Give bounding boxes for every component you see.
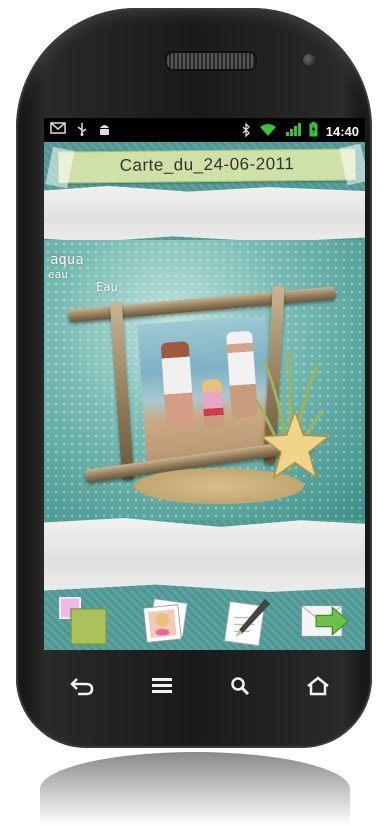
mail-icon <box>50 122 66 139</box>
torn-paper-top <box>44 186 365 242</box>
photo-gallery-button[interactable] <box>140 596 190 646</box>
status-left-icons <box>50 122 111 139</box>
phone-screen: 14:40 aqua eau Eau Carte_du_24-06-2011 <box>44 118 365 650</box>
starfish-decoration <box>260 410 330 479</box>
torn-paper-bottom <box>44 518 365 592</box>
android-debug-icon <box>98 122 111 139</box>
status-right-icons: 14:40 <box>241 121 359 140</box>
card-photo[interactable]: aqua eau Eau <box>44 240 365 520</box>
battery-charging-icon <box>309 122 318 140</box>
bluetooth-icon <box>241 121 251 140</box>
phone-reflection <box>40 752 350 826</box>
status-time: 14:40 <box>325 123 359 139</box>
color-picker-button[interactable] <box>58 596 108 646</box>
menu-button[interactable] <box>142 670 182 702</box>
bottom-toolbar <box>44 592 365 650</box>
wifi-icon <box>259 123 277 140</box>
write-text-button[interactable] <box>222 596 272 647</box>
arrow-right-icon <box>301 605 350 637</box>
navigation-bar <box>44 660 365 712</box>
back-icon <box>70 678 94 696</box>
pencil-note-icon <box>224 598 271 647</box>
child-figure <box>201 378 225 429</box>
search-button[interactable] <box>220 670 260 702</box>
signal-icon <box>285 122 301 140</box>
photo-text-eau-capital: Eau <box>96 280 118 294</box>
front-camera <box>303 54 315 66</box>
woman-figure <box>160 341 195 429</box>
photo-text-aqua: aqua <box>50 252 84 268</box>
earpiece-speaker <box>165 51 257 71</box>
app-content: aqua eau Eau Carte_du_24-06-2011 <box>44 142 365 650</box>
color-squares-icon <box>59 597 107 645</box>
title-banner[interactable]: Carte_du_24-06-2011 <box>45 143 365 189</box>
search-icon <box>231 677 250 696</box>
home-button[interactable] <box>298 670 338 702</box>
photo-text-eau: eau <box>48 268 68 281</box>
status-bar: 14:40 <box>44 118 365 142</box>
home-icon <box>307 676 329 696</box>
card-title: Carte_du_24-06-2011 <box>119 154 295 175</box>
photo-stack-icon <box>142 598 188 644</box>
menu-icon <box>152 678 172 693</box>
back-button[interactable] <box>62 670 102 702</box>
next-button[interactable] <box>300 596 350 646</box>
usb-icon <box>76 122 88 139</box>
